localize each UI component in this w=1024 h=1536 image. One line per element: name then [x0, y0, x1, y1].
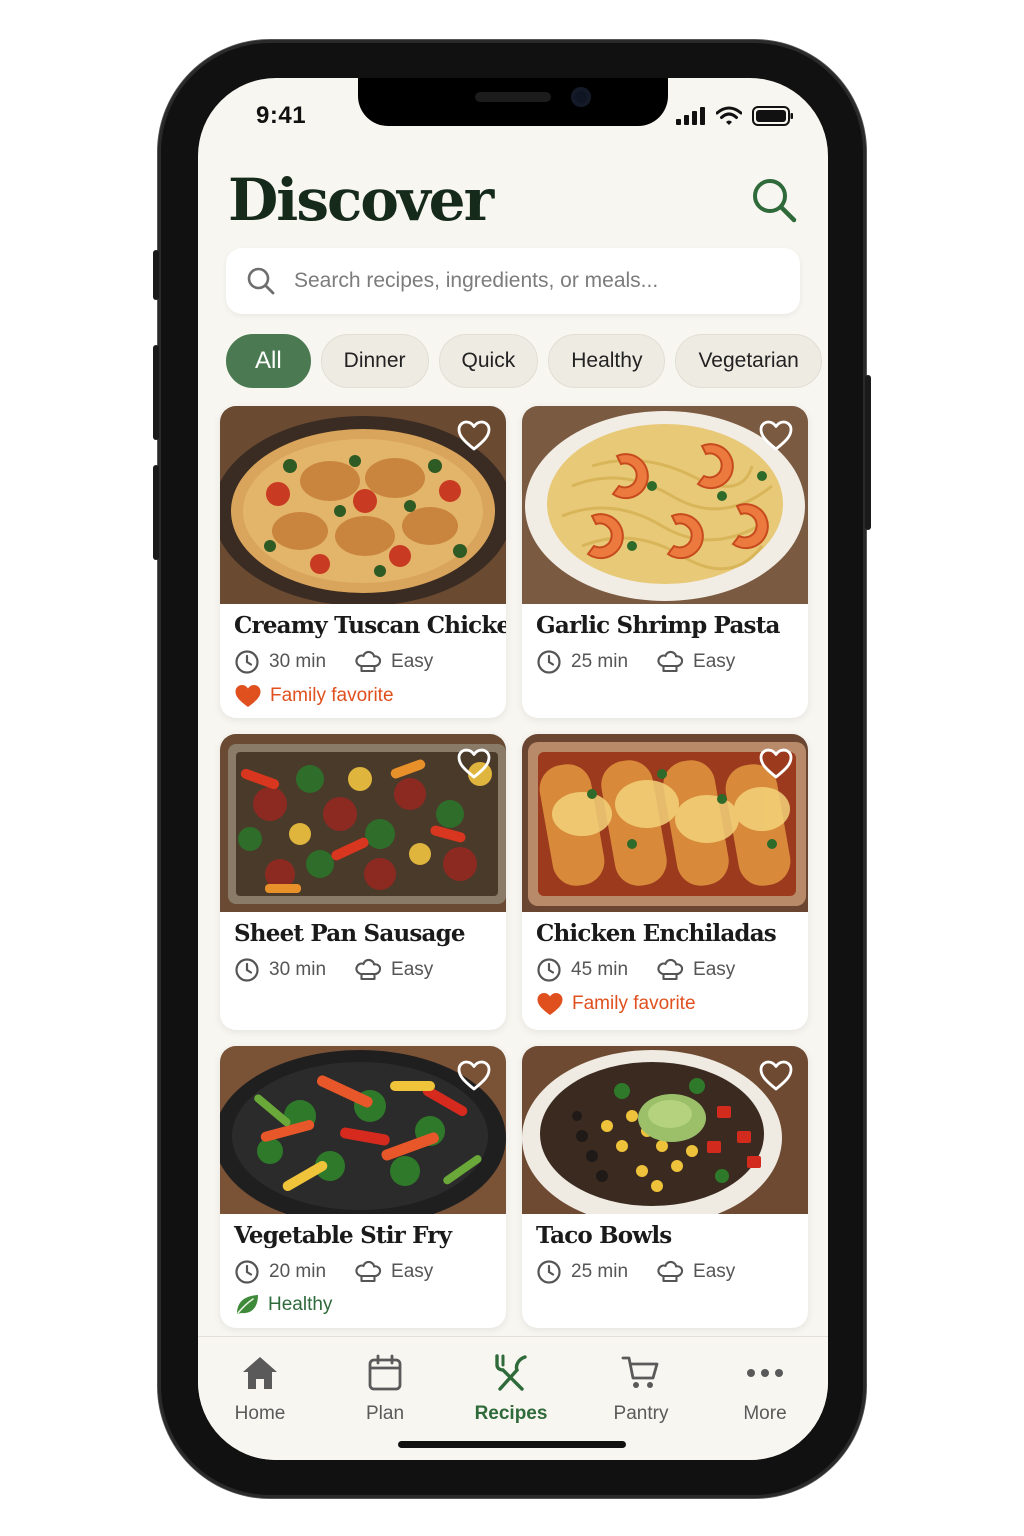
home-indicator[interactable]: [398, 1441, 626, 1448]
tab-label: Plan: [365, 1403, 405, 1424]
tab-plan[interactable]: Plan: [330, 1351, 440, 1425]
recipe-time: 45 min: [571, 959, 629, 980]
recipe-difficulty: Easy: [391, 959, 434, 980]
tab-home[interactable]: Home: [205, 1351, 315, 1425]
chef-hat-icon: [657, 650, 684, 673]
filter-chip-dinner[interactable]: Dinner: [320, 334, 429, 388]
recipe-name: Taco Bowls: [536, 1222, 672, 1249]
tab-label: Home: [234, 1403, 286, 1424]
heart-outline-icon[interactable]: [456, 746, 492, 782]
app-screen: 9:41 Discover All Dinner: [198, 78, 828, 1460]
bottom-tab-bar: Home Plan Recipes Pantry More: [198, 1336, 828, 1460]
front-camera: [571, 87, 591, 107]
recipe-difficulty: Easy: [693, 1261, 736, 1282]
chef-hat-icon: [355, 958, 382, 981]
status-time: 9:41: [256, 102, 307, 129]
recipe-difficulty: Easy: [391, 651, 434, 672]
chef-hat-icon: [355, 650, 382, 673]
home-icon: [243, 1357, 277, 1389]
recipe-card-garlic-shrimp-pasta[interactable]: Garlic Shrimp Pasta 25 min Easy: [522, 406, 808, 718]
filter-chip-healthy[interactable]: Healthy: [548, 334, 666, 388]
recipe-difficulty: Easy: [391, 1261, 434, 1282]
recipe-badge: Family favorite: [572, 993, 696, 1014]
recipe-time: 25 min: [571, 1261, 629, 1282]
recipe-card-creamy-tuscan-chicken[interactable]: Creamy Tuscan Chicken 30 min Easy Family…: [220, 406, 506, 718]
filter-chip-all[interactable]: All: [226, 334, 311, 388]
recipe-card-sheet-pan-sausage[interactable]: Sheet Pan Sausage 30 min Easy: [220, 734, 506, 1030]
speaker: [475, 92, 551, 102]
recipe-photo: [220, 734, 506, 912]
recipe-name: Sheet Pan Sausage: [234, 920, 466, 947]
filter-chips: All Dinner Quick Healthy Vegetarian: [226, 334, 822, 388]
clock-icon: [537, 1260, 561, 1284]
recipe-difficulty: Easy: [693, 651, 736, 672]
cart-icon: [621, 1356, 659, 1388]
recipe-badge: Family favorite: [270, 685, 394, 706]
chef-hat-icon: [657, 1260, 684, 1283]
recipe-name: Vegetable Stir Fry: [234, 1222, 452, 1249]
leaf-icon: [237, 1295, 258, 1314]
search-icon[interactable]: [750, 176, 798, 224]
tab-recipes[interactable]: Recipes: [456, 1351, 566, 1425]
chef-hat-icon: [657, 958, 684, 981]
recipe-card-chicken-enchiladas[interactable]: Chicken Enchiladas 45 min Easy Family fa…: [522, 734, 808, 1030]
recipe-time: 30 min: [269, 651, 327, 672]
recipe-card-vegetable-stir-fry[interactable]: Vegetable Stir Fry 20 min Easy Healthy: [220, 1046, 506, 1328]
recipe-name: Garlic Shrimp Pasta: [536, 612, 780, 639]
heart-outline-icon[interactable]: [456, 1058, 492, 1094]
recipe-time: 30 min: [269, 959, 327, 980]
filter-chip-vegetarian[interactable]: Vegetarian: [675, 334, 822, 388]
clock-icon: [235, 650, 259, 674]
recipe-name: Creamy Tuscan Chicken: [234, 612, 506, 639]
recipe-photo: [220, 406, 506, 604]
clock-icon: [537, 650, 561, 674]
recipe-photo: [522, 406, 808, 604]
volume-down-button: [153, 465, 159, 560]
chef-hat-icon: [355, 1260, 382, 1283]
heart-outline-icon[interactable]: [758, 418, 794, 454]
recipe-difficulty: Easy: [693, 959, 736, 980]
clock-icon: [235, 958, 259, 982]
clock-icon: [537, 958, 561, 982]
battery-icon: [752, 106, 793, 126]
utensils-icon: [495, 1354, 527, 1391]
mute-switch: [153, 250, 159, 300]
power-button: [865, 375, 871, 530]
notch: [358, 78, 668, 126]
calendar-icon: [368, 1354, 402, 1391]
tab-label: More: [743, 1403, 787, 1424]
wifi-icon: [716, 106, 742, 125]
recipe-photo: [220, 1046, 506, 1214]
recipe-name: Chicken Enchiladas: [536, 920, 777, 947]
recipe-photo: [522, 1046, 808, 1214]
recipe-card-taco-bowls[interactable]: Taco Bowls 25 min Easy: [522, 1046, 808, 1328]
recipe-photo: [522, 734, 808, 912]
search-input[interactable]: [294, 269, 754, 293]
search-bar[interactable]: [226, 248, 800, 314]
filter-chip-quick[interactable]: Quick: [438, 334, 539, 388]
recipe-time: 25 min: [571, 651, 629, 672]
tab-pantry[interactable]: Pantry: [586, 1351, 696, 1425]
tab-label: Recipes: [474, 1403, 548, 1424]
tab-label: Pantry: [613, 1403, 669, 1424]
page-title: Discover: [228, 166, 494, 234]
more-icon: [747, 1369, 783, 1377]
tab-more[interactable]: More: [710, 1351, 820, 1425]
heart-outline-icon[interactable]: [758, 1058, 794, 1094]
recipe-time: 20 min: [269, 1261, 327, 1282]
search-icon: [247, 267, 275, 295]
status-icons: [676, 106, 794, 126]
heart-outline-icon[interactable]: [456, 418, 492, 454]
volume-up-button: [153, 345, 159, 440]
clock-icon: [235, 1260, 259, 1284]
heart-outline-icon[interactable]: [758, 746, 794, 782]
signal-icon: [676, 107, 705, 125]
heart-filled-icon: [537, 993, 563, 1015]
heart-filled-icon: [235, 685, 261, 707]
recipe-badge: Healthy: [268, 1294, 333, 1315]
